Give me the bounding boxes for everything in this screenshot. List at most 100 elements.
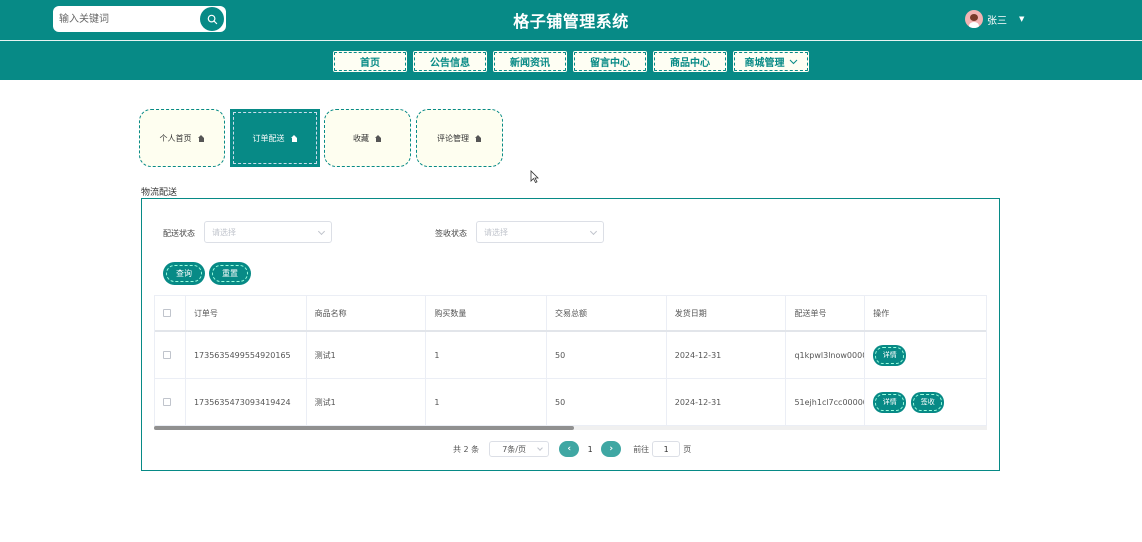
row-select-cell xyxy=(155,379,186,425)
tab-label: 评论管理 xyxy=(437,133,469,143)
delivery-status-label: 配送状态 xyxy=(163,229,195,238)
page-suffix: 页 xyxy=(683,444,692,454)
main-nav: 首页 公告信息 新闻资讯 留言中心 商品中心 商城管理 xyxy=(332,50,810,73)
table-row: 1735635499554920165 测试1 1 50 2024-12-31 … xyxy=(155,332,986,379)
nav-item-label: 新闻资讯 xyxy=(510,58,550,69)
scrollbar-thumb[interactable] xyxy=(154,426,574,430)
nav-item-messages[interactable]: 留言中心 xyxy=(572,50,648,73)
total-cell: 50 xyxy=(547,379,667,425)
detail-button[interactable]: 详情 xyxy=(873,344,907,366)
prev-page-button[interactable]: ‹ xyxy=(559,441,580,457)
nav-item-home[interactable]: 首页 xyxy=(332,50,408,73)
home-icon xyxy=(290,134,298,142)
nav-item-label: 留言中心 xyxy=(590,58,630,69)
reset-button[interactable]: 重置 xyxy=(210,263,250,284)
header-cell: 交易总额 xyxy=(547,296,667,330)
nav-item-news[interactable]: 新闻资讯 xyxy=(492,50,568,73)
page-number-current[interactable]: 1 xyxy=(579,445,601,454)
header-cell: 商品名称 xyxy=(307,296,427,330)
receipt-status-label: 签收状态 xyxy=(435,229,467,238)
mouse-cursor-icon xyxy=(530,170,539,183)
select-placeholder: 请选择 xyxy=(212,227,236,237)
chevron-right-icon: › xyxy=(609,444,614,454)
nav-item-shop-management[interactable]: 商城管理 xyxy=(732,50,810,73)
tab-label: 个人首页 xyxy=(159,133,192,143)
user-name: 张三 xyxy=(987,15,1007,27)
search-icon xyxy=(207,14,217,24)
qty-cell: 1 xyxy=(426,332,548,378)
header-cell: 配送单号 xyxy=(786,296,866,330)
nav-item-products[interactable]: 商品中心 xyxy=(652,50,728,73)
tab-order-delivery[interactable]: 订单配送 xyxy=(230,109,320,167)
header-cell: 操作 xyxy=(873,308,890,318)
home-icon xyxy=(475,134,482,142)
search-box xyxy=(53,6,226,32)
pagination-total: 共 2 条 xyxy=(453,444,480,454)
goto-page-input[interactable] xyxy=(652,441,681,457)
query-button-label: 查询 xyxy=(176,269,192,278)
detail-button[interactable]: 详情 xyxy=(873,391,907,413)
chevron-down-icon xyxy=(537,445,544,451)
tracking-no-cell: 51ejh1cl7cc00000 xyxy=(786,379,866,425)
tab-label: 收藏 xyxy=(353,133,369,143)
select-placeholder: 请选择 xyxy=(484,227,508,237)
nav-item-label: 首页 xyxy=(360,58,380,69)
table-row: 1735635473093419424 测试1 1 50 2024-12-31 … xyxy=(155,379,986,426)
row-checkbox[interactable] xyxy=(163,351,171,359)
home-icon xyxy=(375,134,382,142)
chevron-down-icon xyxy=(589,227,598,236)
nav-item-label: 公告信息 xyxy=(430,58,470,69)
select-all-checkbox[interactable] xyxy=(163,309,171,317)
chevron-left-icon: ‹ xyxy=(567,444,572,454)
qty-cell: 1 xyxy=(426,379,548,425)
tracking-no-cell: q1kpwl3lnow00000 xyxy=(786,332,866,378)
sign-receipt-button-label: 签收 xyxy=(920,398,935,406)
tab-comments[interactable]: 评论管理 xyxy=(416,109,503,167)
header-divider xyxy=(0,40,1142,41)
total-cell: 50 xyxy=(547,332,667,378)
ship-date-cell: 2024-12-31 xyxy=(667,379,787,425)
search-input[interactable] xyxy=(59,9,199,29)
sign-receipt-button[interactable]: 签收 xyxy=(911,391,945,413)
page-size-select[interactable]: 7条/页 xyxy=(489,441,550,457)
section-title: 物流配送 xyxy=(141,188,178,198)
avatar xyxy=(965,10,983,28)
chevron-down-icon xyxy=(789,59,797,64)
header-cell: 订单号 xyxy=(186,296,307,330)
detail-button-label: 详情 xyxy=(882,351,897,359)
caret-down-icon: ▼ xyxy=(1019,15,1025,23)
product-cell: 测试1 xyxy=(307,332,427,378)
delivery-status-select[interactable]: 请选择 xyxy=(204,221,332,243)
tab-inner-border xyxy=(233,112,317,164)
next-page-button[interactable]: › xyxy=(601,441,622,457)
tab-favorites[interactable]: 收藏 xyxy=(324,109,411,167)
row-checkbox[interactable] xyxy=(163,398,171,406)
pagination: 共 2 条 7条/页 ‹ 1 › 前往 页 xyxy=(453,441,691,457)
header-cell: 发货日期 xyxy=(667,296,787,330)
reset-button-label: 重置 xyxy=(222,269,238,278)
order-no-cell: 1735635473093419424 xyxy=(186,379,307,425)
nav-item-announcements[interactable]: 公告信息 xyxy=(412,50,488,73)
query-button[interactable]: 查询 xyxy=(164,263,204,284)
user-menu[interactable]: 张三 ▼ xyxy=(965,10,1024,28)
nav-item-label: 商品中心 xyxy=(670,58,710,69)
detail-button-label: 详情 xyxy=(882,398,897,406)
horizontal-scrollbar[interactable] xyxy=(154,426,987,430)
header-cell-select xyxy=(155,296,186,330)
tab-personal-home[interactable]: 个人首页 xyxy=(139,109,225,167)
ship-date-cell: 2024-12-31 xyxy=(667,332,787,378)
page-size-value: 7条/页 xyxy=(502,444,526,454)
row-select-cell xyxy=(155,332,186,378)
search-button[interactable] xyxy=(200,7,224,31)
product-cell: 测试1 xyxy=(307,379,427,425)
receipt-status-select[interactable]: 请选择 xyxy=(476,221,604,243)
nav-item-label: 商城管理 xyxy=(744,58,785,69)
home-icon xyxy=(197,134,205,142)
goto-label: 前往 xyxy=(633,444,650,454)
actions-cell: 详情 xyxy=(865,332,986,378)
actions-cell: 详情 签收 xyxy=(865,379,986,425)
chevron-down-icon xyxy=(317,227,326,236)
order-no-cell: 1735635499554920165 xyxy=(186,332,307,378)
table-header-row: 订单号 商品名称 购买数量 交易总额 发货日期 配送单号 操作 xyxy=(155,296,986,332)
header-cell: 购买数量 xyxy=(426,296,548,330)
